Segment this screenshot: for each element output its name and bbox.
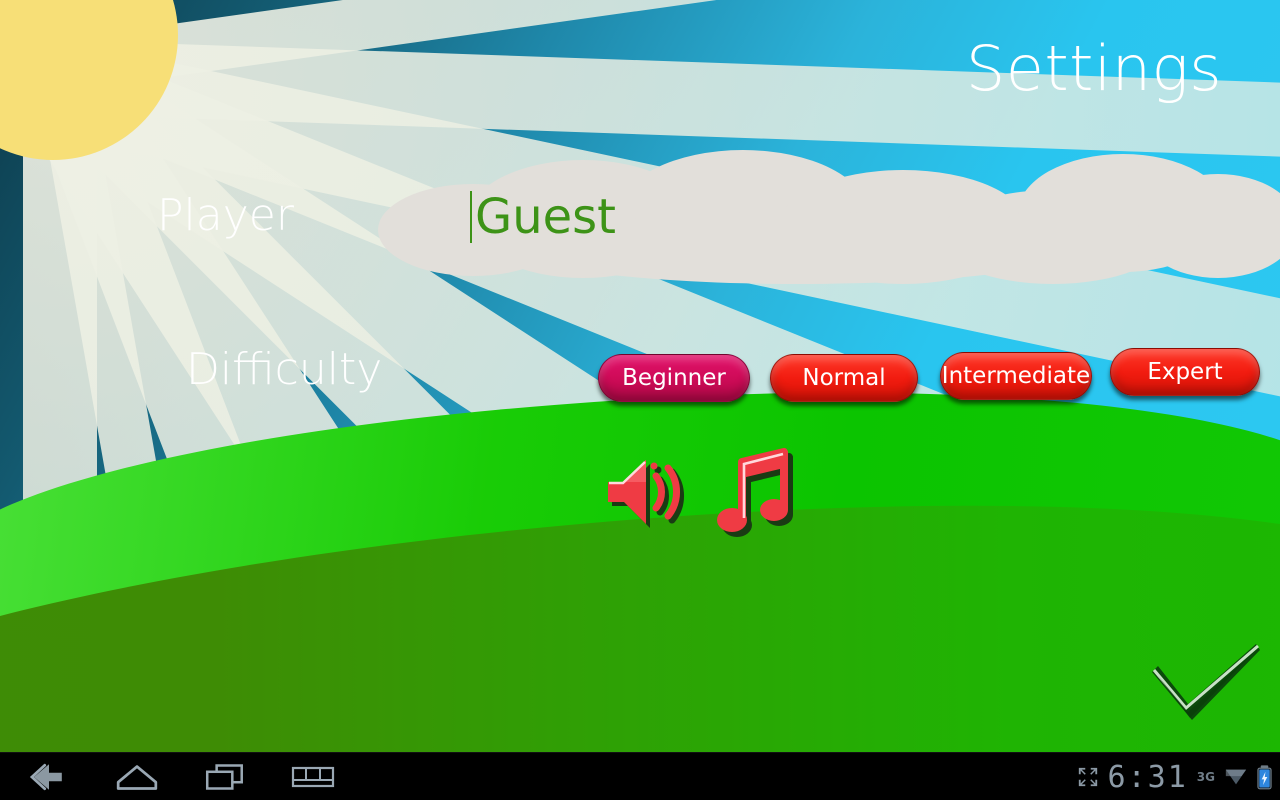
battery-charging-icon bbox=[1257, 764, 1272, 789]
system-navigation-bar: 6:31 3G bbox=[0, 752, 1280, 800]
fullscreen-button[interactable] bbox=[1077, 766, 1099, 788]
recents-button[interactable] bbox=[198, 758, 252, 796]
difficulty-option-normal[interactable]: Normal bbox=[770, 354, 918, 402]
fullscreen-icon bbox=[1078, 767, 1097, 787]
difficulty-label: Difficulty bbox=[186, 344, 383, 395]
player-label: Player bbox=[157, 190, 294, 241]
player-name-value: Guest bbox=[475, 189, 616, 245]
check-icon bbox=[1152, 644, 1260, 720]
difficulty-option-expert[interactable]: Expert bbox=[1110, 348, 1260, 396]
difficulty-option-beginner[interactable]: Beginner bbox=[598, 354, 750, 402]
difficulty-option-intermediate[interactable]: Intermediate bbox=[940, 352, 1092, 400]
sound-toggle[interactable] bbox=[606, 452, 698, 540]
music-toggle[interactable] bbox=[714, 448, 806, 544]
confirm-button[interactable] bbox=[1144, 638, 1266, 726]
speaker-icon bbox=[608, 460, 684, 528]
network-type-label: 3G bbox=[1196, 770, 1215, 784]
home-button[interactable] bbox=[110, 758, 164, 796]
back-icon bbox=[29, 763, 62, 790]
player-name-input[interactable]: Guest bbox=[470, 186, 890, 248]
music-note-icon bbox=[717, 448, 793, 537]
signal-bars-icon bbox=[1225, 769, 1247, 785]
keyboard-button[interactable] bbox=[286, 758, 340, 796]
status-area: 6:31 3G bbox=[1077, 753, 1272, 800]
status-clock: 6:31 bbox=[1107, 759, 1188, 795]
recents-icon bbox=[205, 763, 243, 790]
keyboard-icon bbox=[291, 766, 335, 787]
text-cursor bbox=[470, 191, 472, 243]
settings-screen: Settings Player Guest Difficulty Beginne… bbox=[0, 0, 1280, 800]
nav-button-group bbox=[0, 758, 340, 796]
difficulty-button-group: Beginner Normal Intermediate Expert bbox=[598, 348, 1266, 406]
page-title: Settings bbox=[965, 32, 1222, 105]
home-icon bbox=[116, 764, 158, 790]
back-button[interactable] bbox=[22, 758, 76, 796]
